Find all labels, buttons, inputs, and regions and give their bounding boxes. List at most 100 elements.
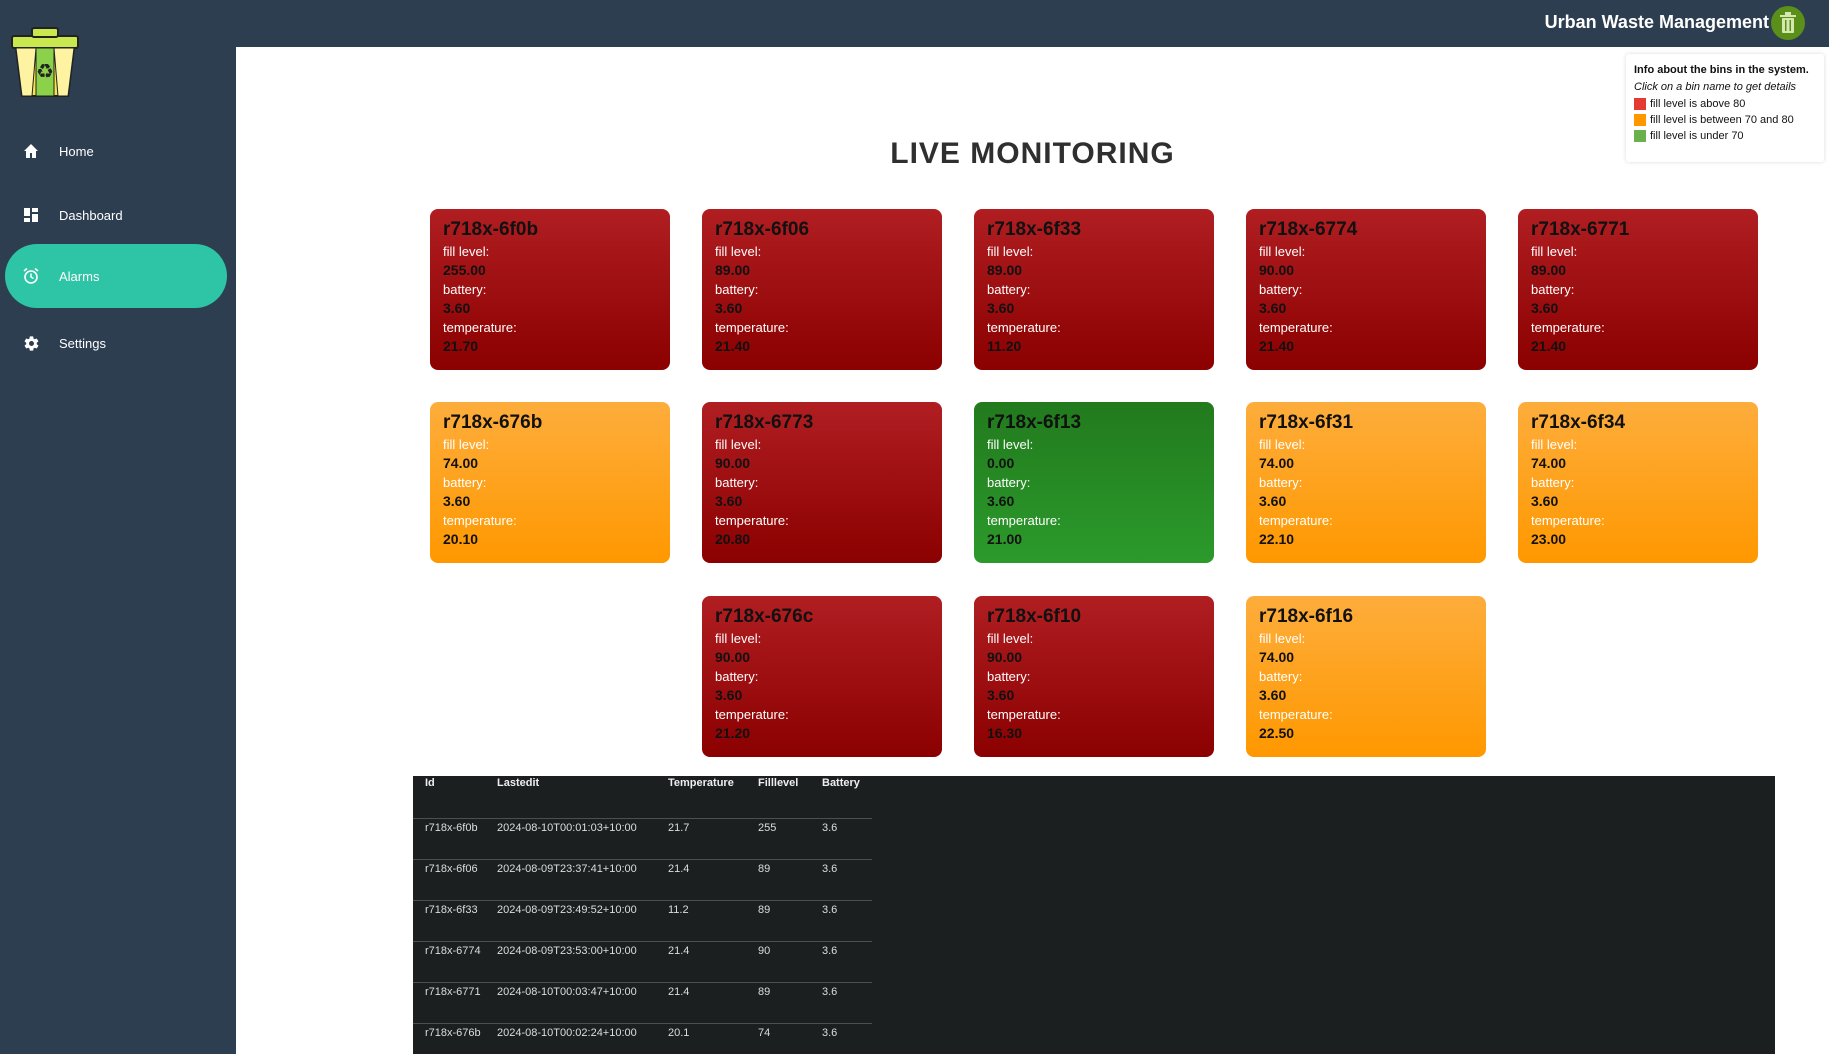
sidebar-item-label: Alarms (59, 268, 100, 284)
bin-card[interactable]: r718x-676c fill level: 90.00 battery: 3.… (702, 596, 942, 757)
sidebar-item-settings[interactable]: Settings (5, 311, 227, 375)
column-header-lastedit[interactable]: Lastedit (497, 776, 668, 818)
legend-item-label: fill level is above 80 (1650, 98, 1746, 110)
bin-card[interactable]: r718x-6f34 fill level: 74.00 battery: 3.… (1518, 402, 1758, 563)
temperature-value: 11.20 (987, 338, 1022, 354)
battery-label: battery: (715, 475, 759, 490)
table-cell: 2024-08-10T00:03:47+10:00 (497, 981, 668, 1023)
fill-level-value: 90.00 (987, 649, 1023, 665)
table-cell: 89 (758, 899, 822, 941)
battery-label: battery: (1531, 475, 1575, 490)
legend-item: fill level is between 70 and 80 (1634, 114, 1816, 126)
bin-card[interactable]: r718x-6f33 fill level: 89.00 battery: 3.… (974, 209, 1214, 370)
sidebar-item-label: Dashboard (59, 207, 123, 223)
battery-value: 3.60 (443, 300, 471, 316)
table-cell: 74 (758, 1022, 822, 1054)
svg-text:♻: ♻ (36, 59, 54, 83)
red-swatch (1634, 98, 1646, 110)
bin-name[interactable]: r718x-6773 (715, 412, 929, 434)
bin-card[interactable]: r718x-6773 fill level: 90.00 battery: 3.… (702, 402, 942, 563)
table-cell: r718x-676b (413, 1022, 497, 1054)
sidebar-item-alarms[interactable]: Alarms (5, 244, 227, 308)
bin-name[interactable]: r718x-676c (715, 606, 929, 628)
app-title: Urban Waste Management (1544, 12, 1769, 32)
table-cell: r718x-6774 (413, 940, 497, 982)
bin-name[interactable]: r718x-6f34 (1531, 412, 1745, 434)
column-header-id[interactable]: Id (413, 776, 497, 818)
bins-table-panel: Id Lastedit Temperature Filllevel Batter… (413, 776, 1775, 1054)
table-cell: 3.6 (822, 858, 872, 900)
fill-level-value: 89.00 (1531, 262, 1567, 278)
bin-card[interactable]: r718x-6f0b fill level: 255.00 battery: 3… (430, 209, 670, 370)
bin-card[interactable]: r718x-6f06 fill level: 89.00 battery: 3.… (702, 209, 942, 370)
table-cell: 21.4 (668, 940, 758, 982)
table-cell: 3.6 (822, 940, 872, 982)
battery-value: 3.60 (987, 687, 1015, 703)
orange-swatch (1634, 114, 1646, 126)
bin-card[interactable]: r718x-676b fill level: 74.00 battery: 3.… (430, 402, 670, 563)
fill-level-label: fill level: (715, 437, 762, 452)
temperature-label: temperature: (443, 320, 517, 335)
bin-name[interactable]: r718x-6774 (1259, 219, 1473, 241)
table-row[interactable]: r718x-676b 2024-08-10T00:02:24+10:00 20.… (413, 1022, 872, 1054)
table-cell: 2024-08-10T00:01:03+10:00 (497, 817, 668, 859)
battery-label: battery: (1259, 282, 1303, 297)
bin-card[interactable]: r718x-6f10 fill level: 90.00 battery: 3.… (974, 596, 1214, 757)
table-cell: 3.6 (822, 899, 872, 941)
bin-name[interactable]: r718x-676b (443, 412, 657, 434)
battery-value: 3.60 (1259, 493, 1287, 509)
table-row[interactable]: r718x-6f0b 2024-08-10T00:01:03+10:00 21.… (413, 817, 872, 859)
temperature-value: 16.30 (987, 725, 1023, 741)
fill-level-value: 90.00 (1259, 262, 1295, 278)
top-bar: Urban Waste Management (0, 0, 1829, 47)
column-header-temperature[interactable]: Temperature (668, 776, 758, 818)
bin-name[interactable]: r718x-6771 (1531, 219, 1745, 241)
table-cell: 21.4 (668, 981, 758, 1023)
sidebar-item-home[interactable]: Home (5, 119, 227, 183)
fill-level-label: fill level: (1531, 244, 1578, 259)
legend-item: fill level is above 80 (1634, 98, 1816, 110)
table-cell: 11.2 (668, 899, 758, 941)
table-row[interactable]: r718x-6f06 2024-08-09T23:37:41+10:00 21.… (413, 858, 872, 900)
table-cell: 2024-08-10T00:02:24+10:00 (497, 1022, 668, 1054)
temperature-label: temperature: (987, 513, 1061, 528)
temperature-value: 23.00 (1531, 531, 1567, 547)
table-cell: 90 (758, 940, 822, 982)
fill-level-value: 90.00 (715, 455, 751, 471)
temperature-value: 22.50 (1259, 725, 1295, 741)
bin-name[interactable]: r718x-6f13 (987, 412, 1201, 434)
table-row[interactable]: r718x-6771 2024-08-10T00:03:47+10:00 21.… (413, 981, 872, 1023)
table-row[interactable]: r718x-6f33 2024-08-09T23:49:52+10:00 11.… (413, 899, 872, 941)
sidebar-item-dashboard[interactable]: Dashboard (5, 183, 227, 247)
fill-level-label: fill level: (1259, 244, 1306, 259)
gear-icon (21, 333, 41, 353)
column-header-battery[interactable]: Battery (822, 776, 872, 818)
battery-value: 3.60 (443, 493, 471, 509)
dashboard-icon (21, 205, 41, 225)
fill-level-label: fill level: (987, 437, 1034, 452)
battery-value: 3.60 (1259, 687, 1287, 703)
bin-card[interactable]: r718x-6774 fill level: 90.00 battery: 3.… (1246, 209, 1486, 370)
column-header-filllevel[interactable]: Filllevel (758, 776, 822, 818)
table-row[interactable]: r718x-6774 2024-08-09T23:53:00+10:00 21.… (413, 940, 872, 982)
table-cell: 2024-08-09T23:49:52+10:00 (497, 899, 668, 941)
fill-level-label: fill level: (443, 437, 490, 452)
fill-level-value: 89.00 (987, 262, 1023, 278)
battery-label: battery: (443, 282, 487, 297)
fill-level-label: fill level: (987, 631, 1034, 646)
bin-card[interactable]: r718x-6f16 fill level: 74.00 battery: 3.… (1246, 596, 1486, 757)
temperature-value: 21.70 (443, 338, 479, 354)
bin-name[interactable]: r718x-6f06 (715, 219, 929, 241)
legend-item-label: fill level is between 70 and 80 (1650, 114, 1794, 126)
bin-card[interactable]: r718x-6f31 fill level: 74.00 battery: 3.… (1246, 402, 1486, 563)
temperature-label: temperature: (443, 513, 517, 528)
bin-name[interactable]: r718x-6f33 (987, 219, 1201, 241)
battery-label: battery: (987, 475, 1031, 490)
bin-name[interactable]: r718x-6f31 (1259, 412, 1473, 434)
bin-name[interactable]: r718x-6f0b (443, 219, 657, 241)
bin-card[interactable]: r718x-6771 fill level: 89.00 battery: 3.… (1518, 209, 1758, 370)
bin-name[interactable]: r718x-6f10 (987, 606, 1201, 628)
fill-level-value: 74.00 (443, 455, 479, 471)
bin-card[interactable]: r718x-6f13 fill level: 0.00 battery: 3.6… (974, 402, 1214, 563)
bin-name[interactable]: r718x-6f16 (1259, 606, 1473, 628)
